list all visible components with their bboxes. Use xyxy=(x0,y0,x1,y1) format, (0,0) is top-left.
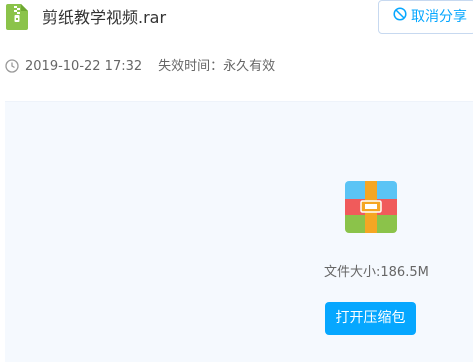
cancel-share-label: 取消分享 xyxy=(411,9,467,25)
file-size: 文件大小:186.5M xyxy=(324,265,429,280)
open-archive-button[interactable]: 打开压缩包 xyxy=(325,302,416,335)
share-timestamp: 2019-10-22 17:32 xyxy=(25,59,143,74)
cancel-share-button[interactable]: 取消分享 xyxy=(378,0,473,34)
rar-archive-icon xyxy=(345,181,397,233)
zip-file-icon xyxy=(6,4,28,30)
clock-icon xyxy=(5,59,19,79)
file-title: 剪纸教学视频.rar xyxy=(42,8,167,27)
share-meta: 2019-10-22 17:32 失效时间：永久有效 xyxy=(5,58,275,79)
ban-icon xyxy=(393,1,407,33)
expire-time: 失效时间：永久有效 xyxy=(158,59,276,74)
